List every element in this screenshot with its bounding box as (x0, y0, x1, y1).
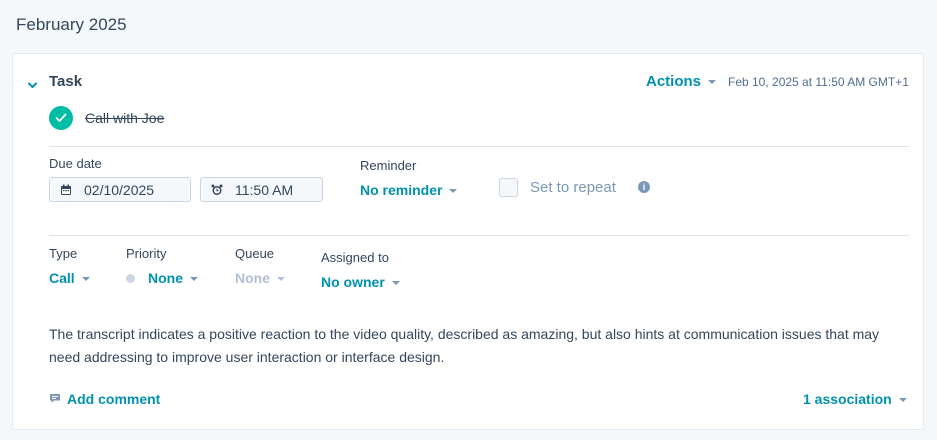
due-date-label: Due date (49, 156, 102, 171)
caret-down-icon (190, 277, 198, 282)
caret-down-icon (898, 398, 907, 403)
alarm-clock-icon (211, 184, 223, 196)
info-icon[interactable]: i (638, 181, 650, 193)
type-label: Type (49, 246, 78, 261)
actions-dropdown[interactable]: Actions (646, 73, 717, 90)
check-icon (55, 113, 67, 122)
actions-label: Actions (646, 73, 702, 90)
priority-value: None (148, 270, 183, 286)
association-dropdown[interactable]: 1 association (803, 391, 907, 407)
due-date-input[interactable]: 02/10/2025 (49, 177, 191, 202)
complete-task-button[interactable] (49, 106, 73, 130)
divider (49, 235, 909, 236)
assigned-to-dropdown[interactable]: No owner (321, 274, 400, 290)
caret-down-icon (277, 277, 285, 282)
reminder-value: No reminder (360, 182, 443, 198)
task-description[interactable]: The transcript indicates a positive reac… (49, 323, 909, 369)
task-heading[interactable]: Task (49, 73, 82, 90)
caret-down-icon (449, 189, 458, 194)
priority-dropdown[interactable]: None (148, 270, 198, 286)
month-heading: February 2025 (16, 15, 127, 34)
repeat-checkbox[interactable] (499, 178, 518, 197)
queue-value: None (235, 270, 270, 286)
priority-dot-icon (126, 274, 135, 283)
reminder-dropdown[interactable]: No reminder (360, 182, 458, 198)
reminder-label: Reminder (360, 158, 417, 173)
chevron-down-icon[interactable] (28, 76, 37, 88)
repeat-label[interactable]: Set to repeat (530, 179, 616, 196)
queue-dropdown[interactable]: None (235, 270, 285, 286)
priority-label: Priority (126, 246, 167, 261)
calendar-icon (60, 184, 72, 196)
add-comment-label: Add comment (67, 391, 161, 407)
queue-label: Queue (235, 246, 275, 261)
due-time-input[interactable]: 11:50 AM (200, 177, 323, 202)
assigned-to-label: Assigned to (321, 250, 389, 265)
task-card: Task Actions Feb 10, 2025 at 11:50 AM GM… (12, 53, 924, 430)
type-value: Call (49, 270, 75, 286)
association-label: 1 association (803, 391, 892, 407)
type-dropdown[interactable]: Call (49, 270, 90, 286)
task-timestamp: Feb 10, 2025 at 11:50 AM GMT+1 (728, 75, 909, 89)
due-time-value: 11:50 AM (235, 181, 294, 198)
comment-icon (49, 393, 61, 405)
caret-down-icon (708, 80, 717, 85)
add-comment-button[interactable]: Add comment (49, 391, 160, 407)
info-glyph: i (642, 182, 646, 192)
divider (49, 146, 909, 147)
assigned-to-value: No owner (321, 274, 385, 290)
caret-down-icon (81, 277, 90, 282)
caret-down-icon (391, 281, 400, 286)
task-title[interactable]: Call with Joe (85, 110, 164, 126)
due-date-value: 02/10/2025 (84, 181, 155, 198)
